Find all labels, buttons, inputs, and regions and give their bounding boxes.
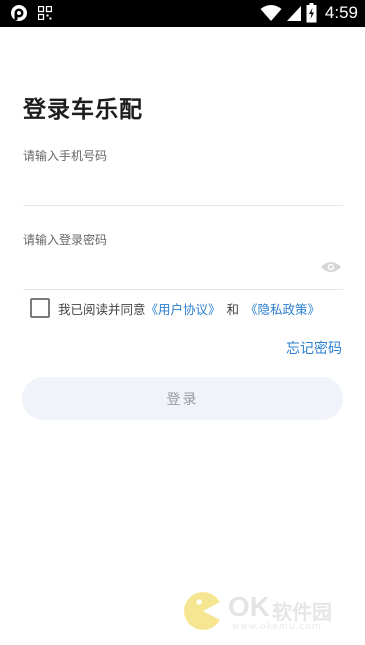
eye-icon[interactable] xyxy=(320,260,342,274)
agreement-prefix: 我已阅读并同意 xyxy=(58,301,146,317)
password-label: 请输入登录密码 xyxy=(23,233,108,247)
user-agreement-link[interactable]: 《用户协议》 xyxy=(146,299,221,318)
watermark-brand: OK xyxy=(228,591,270,622)
phone-input[interactable] xyxy=(23,170,343,198)
privacy-policy-link[interactable]: 《隐私政策》 xyxy=(245,299,320,318)
okemu-logo-icon xyxy=(184,592,222,630)
login-button[interactable]: 登录 xyxy=(22,377,343,420)
status-bar: 4:59 xyxy=(0,0,365,27)
password-divider xyxy=(23,289,343,290)
agreement-row: 我已阅读并同意 《用户协议》 和 《隐私政策》 xyxy=(30,297,320,319)
status-time: 4:59 xyxy=(324,3,358,22)
forgot-password-link[interactable]: 忘记密码 xyxy=(286,338,342,358)
wifi-icon xyxy=(260,5,282,21)
phone-divider xyxy=(23,205,343,206)
status-bar-right: 4:59 xyxy=(260,3,358,23)
notification-app-icon xyxy=(11,5,27,21)
qr-code-icon xyxy=(38,6,52,20)
watermark-cn: 软件园 xyxy=(272,600,332,624)
agreement-and: 和 xyxy=(226,301,240,317)
watermark: OK 软件园 www.okemu.com xyxy=(182,588,357,636)
battery-icon xyxy=(306,3,317,23)
status-bar-left xyxy=(10,4,52,22)
agreement-checkbox[interactable] xyxy=(30,298,50,318)
signal-icon xyxy=(286,6,301,21)
watermark-url: www.okemu.com xyxy=(232,622,322,632)
page-title: 登录车乐配 xyxy=(23,97,143,123)
phone-label: 请输入手机号码 xyxy=(23,149,108,163)
password-input[interactable] xyxy=(23,254,313,282)
